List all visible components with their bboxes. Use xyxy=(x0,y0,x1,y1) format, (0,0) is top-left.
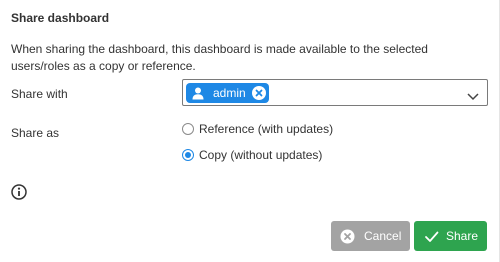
share-as-option-copy[interactable]: Copy (without updates) xyxy=(182,148,322,162)
radio-reference-label: Reference (with updates) xyxy=(199,122,334,136)
selected-user-label: admin xyxy=(213,86,246,100)
share-as-option-reference[interactable]: Reference (with updates) xyxy=(182,122,333,136)
radio-copy-label: Copy (without updates) xyxy=(199,148,323,162)
remove-tag-icon[interactable] xyxy=(252,86,266,100)
cancel-button-label: Cancel xyxy=(364,229,402,243)
cancel-icon xyxy=(340,229,355,244)
dialog-description: When sharing the dashboard, this dashboa… xyxy=(11,42,428,73)
radio-reference[interactable] xyxy=(182,123,194,135)
selected-user-tag: admin xyxy=(186,83,269,103)
share-with-select[interactable]: admin xyxy=(182,79,488,106)
chevron-down-icon[interactable] xyxy=(467,88,479,101)
radio-copy[interactable] xyxy=(182,149,194,161)
dialog-title: Share dashboard xyxy=(11,11,110,25)
share-button-label: Share xyxy=(446,229,479,243)
share-as-label: Share as xyxy=(11,126,60,140)
user-icon xyxy=(191,86,205,100)
cancel-button[interactable]: Cancel xyxy=(331,221,410,251)
share-button[interactable]: Share xyxy=(414,221,487,251)
check-icon xyxy=(424,229,439,244)
share-with-label: Share with xyxy=(11,87,68,101)
info-icon[interactable] xyxy=(11,184,27,200)
share-dashboard-dialog: Share dashboard When sharing the dashboa… xyxy=(0,0,500,262)
